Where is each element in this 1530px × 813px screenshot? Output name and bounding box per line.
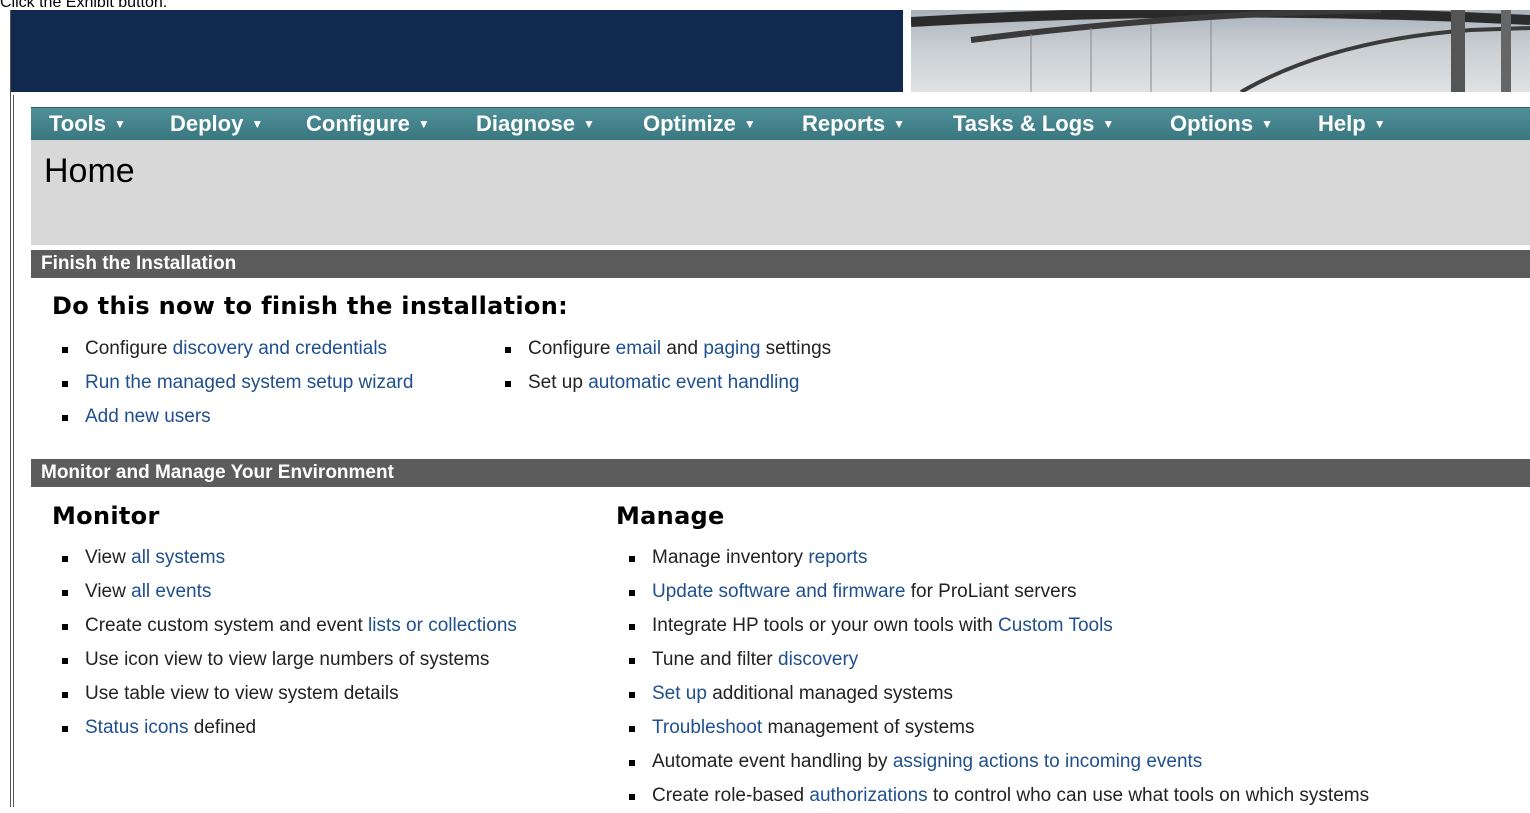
- list-item: Tune and filter discovery: [619, 643, 1369, 677]
- manage-list: Manage inventory reports Update software…: [619, 541, 1369, 813]
- link-authorizations[interactable]: authorizations: [809, 785, 927, 806]
- list-item: Update software and firmware for ProLian…: [619, 575, 1369, 609]
- frame-border: [10, 10, 11, 807]
- list-item: Status icons defined: [52, 711, 517, 745]
- menu-tools[interactable]: Tools ▼: [49, 111, 126, 137]
- link-add-users[interactable]: Add new users: [85, 406, 211, 427]
- link-discovery-credentials[interactable]: discovery and credentials: [173, 338, 387, 359]
- menu-diagnose[interactable]: Diagnose ▼: [476, 111, 595, 137]
- chevron-down-icon: ▼: [583, 117, 595, 131]
- main-content: Tools ▼ Deploy ▼ Configure ▼ Diagnose ▼ Opti…: [19, 95, 1530, 807]
- link-status-icons[interactable]: Status icons: [85, 717, 189, 738]
- link-email[interactable]: email: [616, 338, 661, 359]
- list-item: Manage inventory reports: [619, 541, 1369, 575]
- list-item: View all systems: [52, 541, 517, 575]
- list-item: Add new users: [52, 400, 413, 434]
- chevron-down-icon: ▼: [1261, 117, 1273, 131]
- link-discovery[interactable]: discovery: [778, 649, 858, 670]
- list-item: Set up automatic event handling: [495, 366, 831, 400]
- chevron-down-icon: ▼: [417, 117, 430, 131]
- list-item: Configure email and paging settings: [495, 332, 831, 366]
- bridge-photo: [911, 10, 1530, 92]
- link-set-up[interactable]: Set up: [652, 683, 707, 704]
- link-setup-wizard[interactable]: Run the managed system setup wizard: [85, 372, 413, 393]
- link-reports[interactable]: reports: [808, 547, 867, 568]
- link-all-systems[interactable]: all systems: [131, 547, 225, 568]
- section-bar-finish-installation: Finish the Installation: [31, 250, 1530, 278]
- monitor-list: View all systems View all events Create …: [52, 541, 517, 745]
- link-paging[interactable]: paging: [703, 338, 760, 359]
- menu-reports[interactable]: Reports ▼: [802, 111, 905, 137]
- list-item: Automate event handling by assigning act…: [619, 745, 1369, 779]
- list-item: Set up additional managed systems: [619, 677, 1369, 711]
- menu-help[interactable]: Help ▼: [1318, 111, 1386, 137]
- chevron-down-icon: ▼: [1102, 117, 1115, 131]
- list-item: Integrate HP tools or your own tools wit…: [619, 609, 1369, 643]
- banner-separator: [903, 10, 911, 92]
- list-item: Run the managed system setup wizard: [52, 366, 413, 400]
- link-assigning-actions[interactable]: assigning actions to incoming events: [893, 751, 1202, 772]
- list-item: Configure discovery and credentials: [52, 332, 413, 366]
- list-item: Use table view to view system details: [52, 677, 517, 711]
- link-update-software[interactable]: Update software and firmware: [652, 581, 905, 602]
- finish-list-col2: Configure email and paging settings Set …: [495, 332, 831, 400]
- list-item: Create custom system and event lists or …: [52, 609, 517, 643]
- finish-heading: Do this now to finish the installation:: [52, 292, 568, 320]
- link-event-handling[interactable]: automatic event handling: [588, 372, 799, 393]
- link-custom-tools[interactable]: Custom Tools: [998, 615, 1113, 636]
- chevron-down-icon: ▼: [114, 117, 126, 131]
- chevron-down-icon: ▼: [1373, 117, 1386, 131]
- menu-configure[interactable]: Configure ▼: [306, 111, 430, 137]
- page-header: Home: [31, 140, 1530, 245]
- manage-heading: Manage: [616, 502, 725, 530]
- page-title: Home: [44, 152, 135, 190]
- list-item: Create role-based authorizations to cont…: [619, 779, 1369, 813]
- link-lists-collections[interactable]: lists or collections: [368, 615, 517, 636]
- menu-deploy[interactable]: Deploy ▼: [170, 111, 263, 137]
- frame-border: [13, 95, 14, 807]
- menu-tasks-logs[interactable]: Tasks & Logs ▼: [953, 111, 1114, 137]
- link-troubleshoot[interactable]: Troubleshoot: [652, 717, 762, 738]
- menu-optimize[interactable]: Optimize ▼: [643, 111, 756, 137]
- chevron-down-icon: ▼: [743, 117, 756, 131]
- link-all-events[interactable]: all events: [131, 581, 211, 602]
- chevron-down-icon: ▼: [893, 117, 906, 131]
- list-item: Troubleshoot management of systems: [619, 711, 1369, 745]
- list-item: View all events: [52, 575, 517, 609]
- list-item: Use icon view to view large numbers of s…: [52, 643, 517, 677]
- menu-options[interactable]: Options ▼: [1170, 111, 1273, 137]
- finish-list-col1: Configure discovery and credentials Run …: [52, 332, 413, 434]
- chevron-down-icon: ▼: [251, 117, 264, 131]
- section-bar-monitor-manage: Monitor and Manage Your Environment: [31, 459, 1530, 487]
- monitor-heading: Monitor: [52, 502, 160, 530]
- header-banner: [11, 10, 1530, 92]
- menu-bar: Tools ▼ Deploy ▼ Configure ▼ Diagnose ▼ Opti…: [31, 107, 1530, 140]
